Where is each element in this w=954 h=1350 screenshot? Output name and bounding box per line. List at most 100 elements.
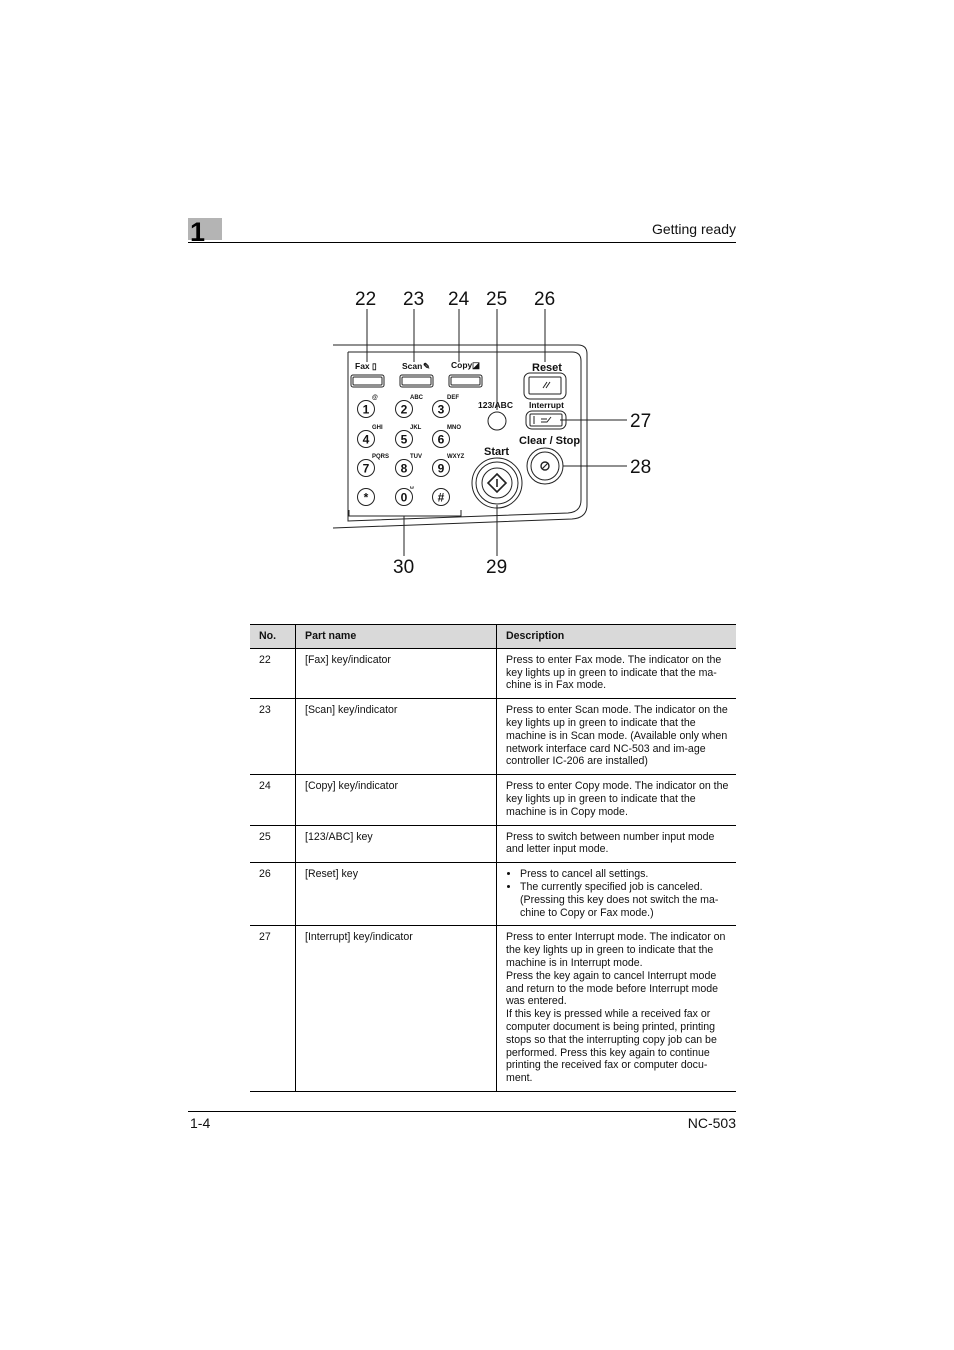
header-description: Description — [496, 624, 736, 649]
keypad-letters: ABC — [410, 395, 424, 401]
cell-no: 23 — [250, 698, 296, 776]
keypad-letters: DEF — [447, 395, 459, 401]
keypad-key-6: 6MNO — [432, 425, 461, 448]
header-part-name: Part name — [295, 624, 497, 649]
keypad-bracket — [348, 510, 462, 517]
keypad-letters: MNO — [447, 425, 461, 431]
table-header-row: No. Part name Description — [250, 624, 736, 649]
clear-stop-key — [526, 447, 564, 485]
table-row: 23 [Scan] key/indicator Press to enter S… — [250, 698, 736, 776]
keypad-digit: 4 — [363, 433, 370, 447]
keypad-key-4: 4GHI — [357, 425, 383, 448]
callout-30: 30 — [393, 557, 414, 578]
keypad-digit: 2 — [401, 403, 408, 417]
cell-description: Press to enter Copy mode. The indicator … — [496, 774, 736, 826]
parts-table: No. Part name Description 22 [Fax] key/i… — [250, 624, 736, 1092]
start-key — [471, 457, 523, 509]
cell-part-name: [Copy] key/indicator — [295, 774, 497, 826]
cell-no: 24 — [250, 774, 296, 826]
keypad-digit: * — [364, 491, 369, 505]
callout-25: 25 — [486, 289, 507, 310]
keypad-letters: WXYZ — [447, 454, 465, 460]
table-row: 24 [Copy] key/indicator Press to enter C… — [250, 774, 736, 826]
keypad-letters: GHI — [372, 425, 383, 431]
table-row: 26 [Reset] key Press to cancel all setti… — [250, 862, 736, 927]
callout-27: 27 — [630, 411, 651, 432]
copy-key-label: Copy — [451, 360, 473, 370]
callout-22: 22 — [355, 289, 376, 310]
description-paragraph: Press to enter Interrupt mode. The indic… — [506, 931, 726, 969]
keypad-key-3: 3DEF — [432, 395, 459, 418]
cell-description: Press to enter Interrupt mode. The indic… — [496, 925, 736, 1092]
cell-description: Press to cancel all settings. The curren… — [496, 862, 736, 927]
keypad-digit: 9 — [438, 462, 445, 476]
bullet-item: The currently specified job is canceled.… — [520, 881, 730, 919]
callout-24: 24 — [448, 289, 470, 310]
keypad-letters: @ — [372, 395, 378, 401]
section-title: Getting ready — [651, 221, 736, 237]
cell-part-name: [Reset] key — [295, 862, 497, 927]
cell-part-name: [Fax] key/indicator — [295, 648, 497, 700]
header-divider — [188, 242, 736, 243]
keypad-letters: TUV — [410, 454, 422, 460]
table-row: 27 [Interrupt] key/indicator Press to en… — [250, 925, 736, 1092]
fax-icon: ▯ — [372, 361, 377, 371]
callout-29: 29 — [486, 557, 507, 578]
keypad-digit: # — [438, 491, 445, 505]
cell-description: Press to enter Fax mode. The indicator o… — [496, 648, 736, 700]
keypad-letters: PQRS — [372, 454, 389, 460]
description-paragraph: If this key is pressed while a received … — [506, 1008, 717, 1085]
cell-no: 27 — [250, 925, 296, 1092]
cell-no: 25 — [250, 825, 296, 864]
cell-part-name: [Interrupt] key/indicator — [295, 925, 497, 1092]
description-paragraph: Press the key again to cancel Interrupt … — [506, 969, 719, 1008]
copy-key — [448, 374, 483, 388]
keypad-key-star: * — [357, 488, 375, 506]
scan-key — [399, 374, 434, 388]
keypad-key-7: 7PQRS — [357, 454, 389, 477]
copy-icon: ◪ — [472, 360, 480, 370]
bullet-list: Press to cancel all settings. The curren… — [506, 868, 730, 919]
cell-no: 26 — [250, 862, 296, 927]
product-name: NC-503 — [687, 1115, 736, 1131]
table-row: 22 [Fax] key/indicator Press to enter Fa… — [250, 648, 736, 700]
keypad-digit: 1 — [363, 403, 370, 417]
keypad-digit: 7 — [363, 462, 370, 476]
keypad-letters: JKL — [410, 425, 422, 431]
interrupt-key-label: Interrupt — [529, 400, 564, 410]
cell-description: Press to enter Scan mode. The indicator … — [496, 698, 736, 776]
keypad-key-0: 0␣ — [395, 483, 414, 506]
control-panel-diagram: Fax ▯ Scan ✎ Copy ◪ Reset Interrupt 123/… — [320, 280, 660, 580]
scan-key-label: Scan — [402, 361, 422, 371]
cell-part-name: [123/ABC] key — [295, 825, 497, 864]
keypad-digit: 0 — [401, 491, 408, 505]
scan-icon: ✎ — [423, 361, 430, 371]
callout-26: 26 — [534, 289, 555, 310]
mode-switch-key — [487, 411, 507, 431]
mode-switch-label: 123/ABC — [478, 400, 513, 410]
keypad-key-2: 2ABC — [395, 395, 424, 418]
keypad-letters: ␣ — [410, 483, 414, 489]
cell-no: 22 — [250, 648, 296, 700]
page-number: 1-4 — [190, 1115, 211, 1131]
keypad-digit: 5 — [401, 433, 408, 447]
footer-divider — [188, 1111, 736, 1112]
numeric-keypad: 1@2ABC3DEF4GHI5JKL6MNO7PQRS8TUV9WXYZ* 0␣# — [357, 395, 465, 506]
callout-28: 28 — [630, 457, 651, 478]
keypad-key-5: 5JKL — [395, 425, 422, 448]
start-key-label: Start — [484, 446, 509, 458]
keypad-key-1: 1@ — [357, 395, 378, 418]
cell-part-name: [Scan] key/indicator — [295, 698, 497, 776]
fax-key-label: Fax — [355, 361, 370, 371]
reset-key-label: Reset — [532, 362, 562, 374]
reset-key — [523, 372, 567, 400]
cell-description: Press to switch between number input mod… — [496, 825, 736, 864]
table-row: 25 [123/ABC] key Press to switch between… — [250, 825, 736, 864]
bullet-item: Press to cancel all settings. — [520, 868, 730, 881]
keypad-key-hash: # — [432, 488, 450, 506]
clear-stop-key-label: Clear / Stop — [519, 435, 580, 447]
keypad-digit: 3 — [438, 403, 445, 417]
header-no: No. — [250, 624, 296, 649]
keypad-digit: 6 — [438, 433, 445, 447]
callout-23: 23 — [403, 289, 424, 310]
